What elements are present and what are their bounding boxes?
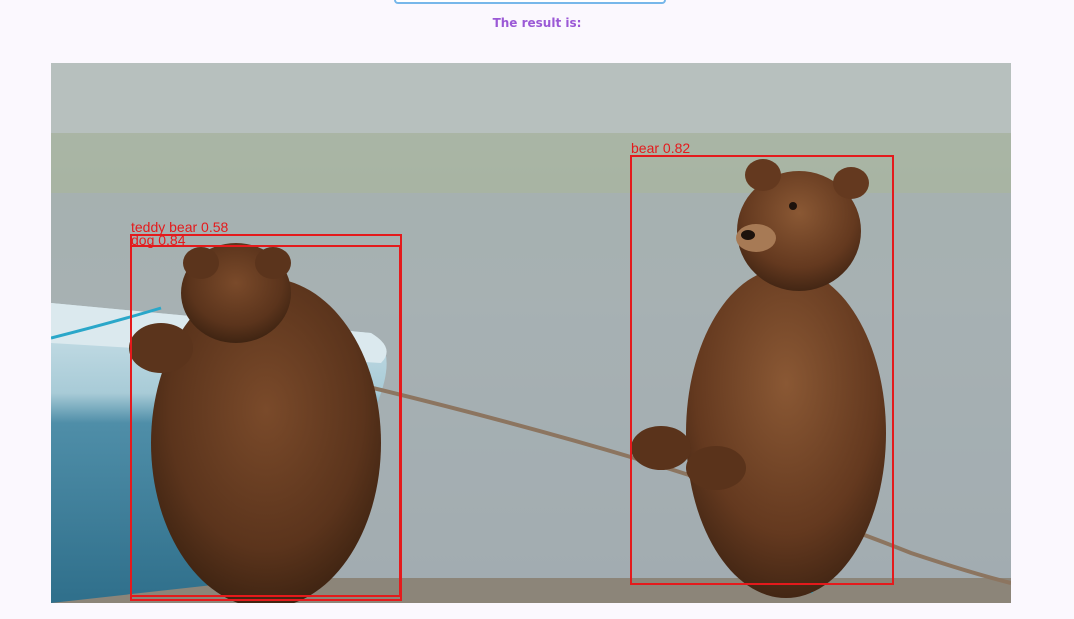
file-upload-box[interactable] (394, 0, 666, 4)
result-title: The result is: (492, 16, 582, 30)
detection-label-bear: bear 0.82 (631, 140, 691, 156)
detection-box-bear (630, 155, 894, 585)
detection-label-dog: dog 0.84 (131, 232, 186, 248)
page: The result is: teddy bear 0.58 dog 0.84 … (0, 0, 1074, 619)
detection-box-dog (130, 245, 401, 597)
